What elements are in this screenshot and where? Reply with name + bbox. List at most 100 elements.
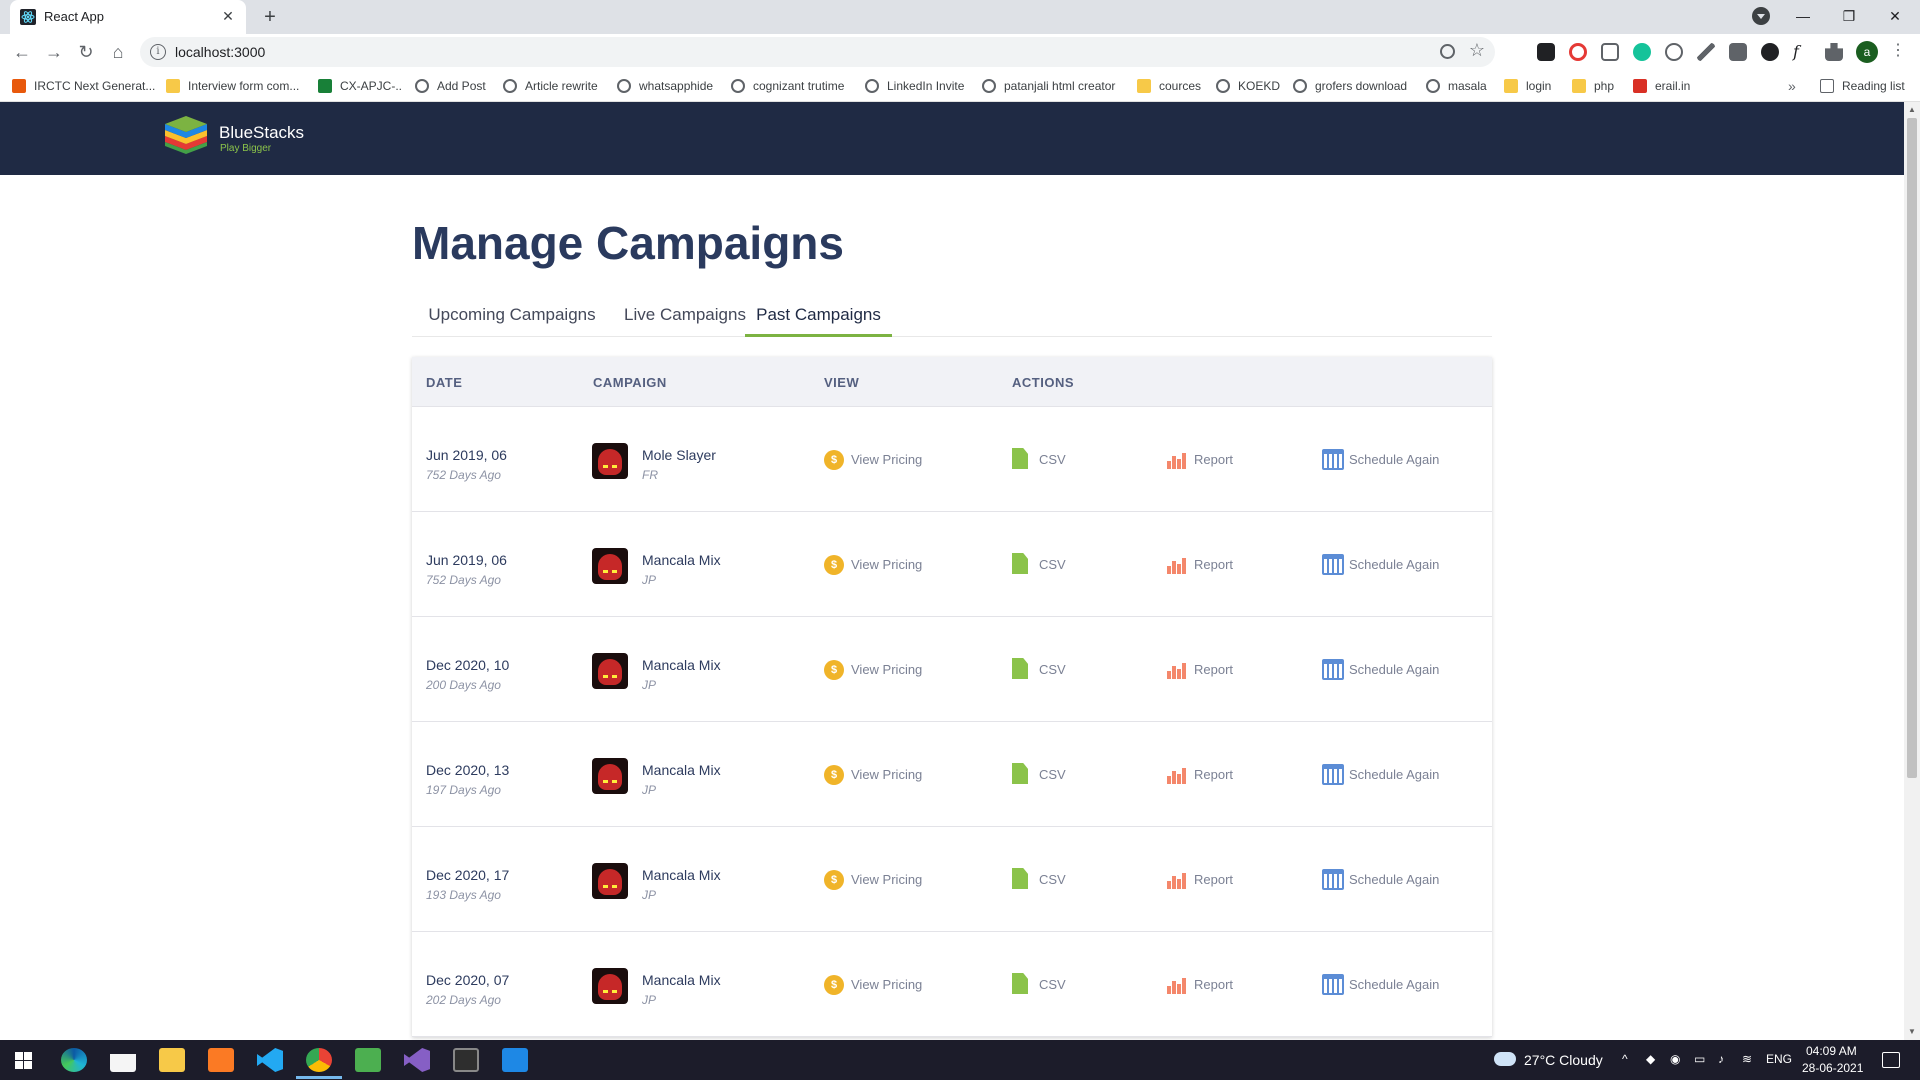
weather-text[interactable]: 27°C Cloudy — [1524, 1052, 1603, 1068]
csv-button[interactable]: CSV — [1012, 973, 1066, 996]
report-button[interactable]: Report — [1167, 449, 1233, 471]
reload-icon[interactable]: ↻ — [74, 40, 98, 64]
photos-icon[interactable] — [502, 1048, 528, 1072]
cast-extension-icon[interactable] — [1601, 43, 1619, 61]
view-pricing-button[interactable]: $ View Pricing — [824, 554, 922, 576]
csv-button[interactable]: CSV — [1012, 448, 1066, 471]
schedule-again-button[interactable]: Schedule Again — [1322, 974, 1439, 996]
visual-studio-icon[interactable] — [404, 1048, 430, 1072]
bookmark-item[interactable]: cognizant trutime — [731, 76, 844, 96]
bookmark-item[interactable]: KOEKD — [1216, 76, 1280, 96]
bookmark-item[interactable]: erail.in — [1633, 76, 1690, 96]
report-button[interactable]: Report — [1167, 659, 1233, 681]
grammarly-icon[interactable] — [1633, 43, 1651, 61]
file-explorer-icon[interactable] — [159, 1048, 185, 1072]
windows-start-icon[interactable] — [15, 1052, 32, 1069]
defender-icon[interactable]: ◆ — [1646, 1052, 1655, 1066]
home-icon[interactable]: ⌂ — [106, 40, 130, 64]
browser-tab[interactable]: React App ✕ — [10, 0, 246, 34]
battery-icon[interactable]: ▭ — [1694, 1052, 1705, 1066]
bookmarks-overflow-icon[interactable]: » — [1788, 76, 1796, 96]
bluestacks-logo-icon[interactable] — [163, 116, 209, 160]
bookmark-item[interactable]: cources — [1137, 76, 1201, 96]
vscode-icon[interactable] — [257, 1048, 283, 1072]
schedule-again-button[interactable]: Schedule Again — [1322, 869, 1439, 891]
cloud-icon[interactable] — [1494, 1052, 1516, 1066]
scroll-up-icon[interactable]: ▲ — [1907, 105, 1917, 115]
schedule-again-button[interactable]: Schedule Again — [1322, 449, 1439, 471]
ninja-extension-icon[interactable] — [1761, 43, 1779, 61]
extension-icon[interactable] — [1537, 43, 1555, 61]
menu-kebab-icon[interactable]: ⋮ — [1890, 40, 1906, 60]
edge-icon[interactable] — [61, 1048, 87, 1072]
chrome-icon[interactable] — [306, 1048, 332, 1072]
bookmark-item[interactable]: IRCTC Next Generat... — [12, 76, 155, 96]
clock-date[interactable]: 28-06-2021 — [1802, 1061, 1863, 1075]
clock-time[interactable]: 04:09 AM — [1806, 1044, 1857, 1058]
report-button[interactable]: Report — [1167, 974, 1233, 996]
report-button[interactable]: Report — [1167, 869, 1233, 891]
csv-button[interactable]: CSV — [1012, 868, 1066, 891]
tab-live-campaigns[interactable]: Live Campaigns — [612, 292, 758, 337]
tab-search-icon[interactable] — [1752, 7, 1770, 25]
new-tab-icon[interactable]: + — [258, 6, 282, 30]
window-close-icon[interactable]: ✕ — [1872, 2, 1918, 30]
page-scrollbar[interactable]: ▲ ▼ — [1904, 102, 1920, 1040]
language-indicator[interactable]: ENG — [1766, 1052, 1792, 1066]
wifi-icon[interactable]: ≋ — [1742, 1052, 1752, 1066]
view-pricing-button[interactable]: $ View Pricing — [824, 869, 922, 891]
view-pricing-button[interactable]: $ View Pricing — [824, 449, 922, 471]
notion-icon[interactable] — [453, 1048, 479, 1072]
update-icon[interactable]: ◉ — [1670, 1052, 1680, 1066]
minimize-icon[interactable]: — — [1780, 2, 1826, 30]
view-pricing-button[interactable]: $ View Pricing — [824, 764, 922, 786]
bookmark-item[interactable]: Article rewrite — [503, 76, 598, 96]
tab-upcoming-campaigns[interactable]: Upcoming Campaigns — [412, 292, 612, 337]
notifications-icon[interactable] — [1882, 1052, 1900, 1068]
tab-past-campaigns[interactable]: Past Campaigns — [745, 292, 892, 337]
bookmark-item[interactable]: whatsapphide — [617, 76, 713, 96]
bookmark-item[interactable]: grofers download — [1293, 76, 1407, 96]
eyedropper-icon[interactable] — [1697, 43, 1715, 61]
bookmark-item[interactable]: LinkedIn Invite — [865, 76, 964, 96]
csv-button[interactable]: CSV — [1012, 658, 1066, 681]
bookmark-item[interactable]: patanjali html creator — [982, 76, 1115, 96]
bookmark-item[interactable]: php — [1572, 76, 1614, 96]
zoom-icon[interactable] — [1440, 44, 1455, 59]
opera-extension-icon[interactable] — [1569, 43, 1587, 61]
report-button[interactable]: Report — [1167, 764, 1233, 786]
xampp-icon[interactable] — [208, 1048, 234, 1072]
volume-icon[interactable]: ♪ — [1718, 1052, 1724, 1066]
bookmark-item[interactable]: Interview form com... — [166, 76, 299, 96]
schedule-again-button[interactable]: Schedule Again — [1322, 764, 1439, 786]
view-pricing-button[interactable]: $ View Pricing — [824, 974, 922, 996]
schedule-again-button[interactable]: Schedule Again — [1322, 659, 1439, 681]
back-icon[interactable]: ← — [10, 40, 34, 64]
address-bar[interactable]: i localhost:3000 ☆ — [140, 37, 1495, 67]
bookmark-item[interactable]: login — [1504, 76, 1551, 96]
url-text[interactable]: localhost:3000 — [175, 44, 265, 60]
formula-extension-icon[interactable]: f — [1793, 43, 1811, 61]
csv-button[interactable]: CSV — [1012, 763, 1066, 786]
restore-icon[interactable]: ❐ — [1826, 2, 1872, 30]
tray-expand-icon[interactable]: ^ — [1622, 1052, 1628, 1066]
reading-list-button[interactable]: Reading list — [1820, 76, 1905, 96]
notepad-icon[interactable] — [355, 1048, 381, 1072]
forward-icon[interactable]: → — [42, 40, 66, 64]
code-extension-icon[interactable] — [1665, 43, 1683, 61]
store-icon[interactable] — [110, 1048, 136, 1072]
report-button[interactable]: Report — [1167, 554, 1233, 576]
bookmark-item[interactable]: masala — [1426, 76, 1487, 96]
bookmark-item[interactable]: CX-APJC-.. — [318, 76, 402, 96]
scrollbar-thumb[interactable] — [1907, 118, 1917, 778]
site-info-icon[interactable]: i — [150, 44, 166, 60]
bookmark-item[interactable]: Add Post — [415, 76, 486, 96]
view-pricing-button[interactable]: $ View Pricing — [824, 659, 922, 681]
profile-avatar[interactable]: a — [1856, 41, 1878, 63]
scroll-down-icon[interactable]: ▼ — [1907, 1027, 1917, 1037]
info-extension-icon[interactable] — [1729, 43, 1747, 61]
bookmark-star-icon[interactable]: ☆ — [1469, 40, 1485, 61]
schedule-again-button[interactable]: Schedule Again — [1322, 554, 1439, 576]
csv-button[interactable]: CSV — [1012, 553, 1066, 576]
close-tab-icon[interactable]: ✕ — [220, 8, 236, 24]
